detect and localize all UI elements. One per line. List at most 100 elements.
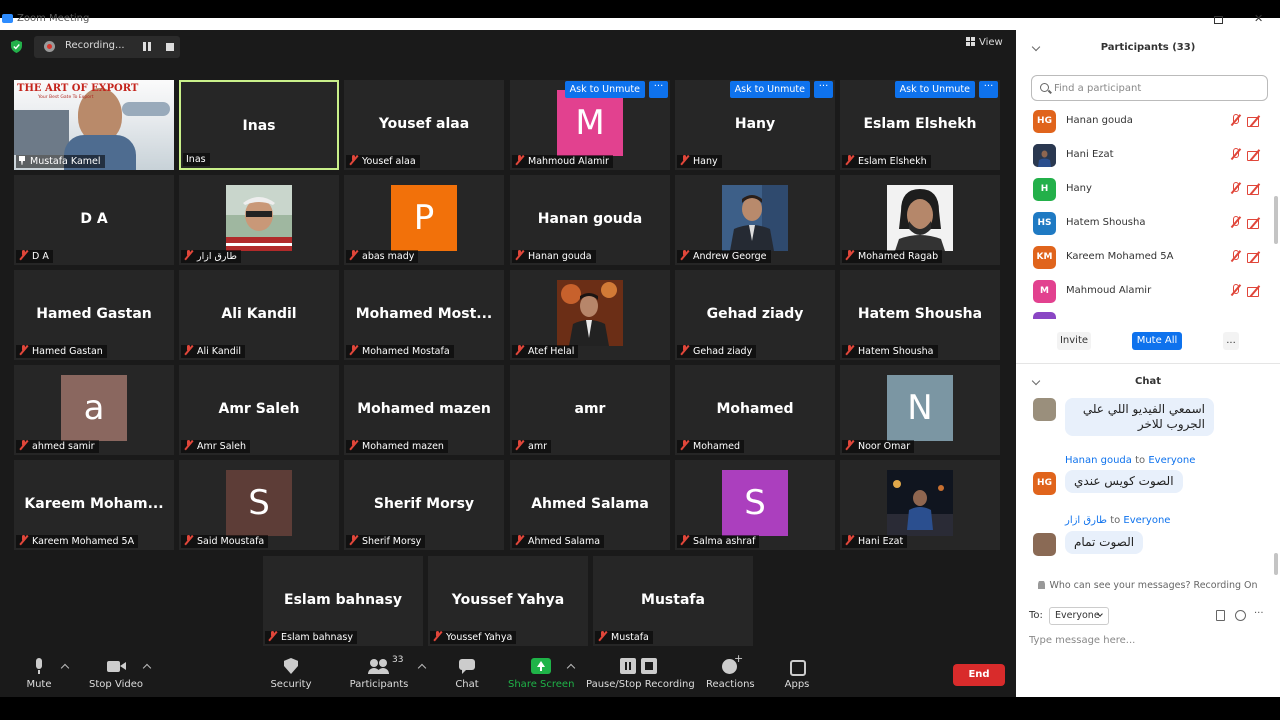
tile-more-button[interactable]: ··· xyxy=(814,81,833,98)
restore-window-icon[interactable] xyxy=(1214,16,1223,24)
muted-mic-icon xyxy=(598,631,607,641)
video-tile[interactable]: Kareem Moham... Kareem Mohamed 5A xyxy=(14,460,174,550)
reactions-button[interactable]: Reactions xyxy=(706,648,755,697)
audio-options-caret[interactable] xyxy=(60,663,70,673)
video-tile[interactable]: Atef Helal xyxy=(510,270,670,360)
video-tile[interactable]: Hanan gouda Hanan gouda xyxy=(510,175,670,265)
muted-mic-icon[interactable] xyxy=(1229,250,1241,263)
video-tile[interactable]: D A D A xyxy=(14,175,174,265)
video-tile[interactable]: Youssef Yahya Youssef Yahya xyxy=(428,556,588,646)
video-off-icon[interactable] xyxy=(1247,183,1262,195)
pause-stop-recording-button[interactable]: Pause/Stop Recording xyxy=(586,648,695,697)
muted-mic-icon[interactable] xyxy=(1229,148,1241,161)
video-tile[interactable]: Mohamed Ragab xyxy=(840,175,1000,265)
video-off-icon[interactable] xyxy=(1247,149,1262,161)
participants-options-caret[interactable] xyxy=(417,663,427,673)
video-tile[interactable]: Hani Ezat xyxy=(840,460,1000,550)
video-tile[interactable]: S Said Moustafa xyxy=(179,460,339,550)
chat-recipient[interactable]: Everyone xyxy=(1123,515,1170,526)
video-tile[interactable]: Hatem Shousha Hatem Shousha xyxy=(840,270,1000,360)
video-tile[interactable]: Pabas mady xyxy=(344,175,504,265)
video-tile[interactable]: Eslam Elshekh Ask to Unmute ··· Eslam Elshe… xyxy=(840,80,1000,170)
tile-display-name: Yousef alaa xyxy=(378,116,470,132)
video-tile[interactable]: Inas Inas xyxy=(179,80,339,170)
share-screen-button[interactable]: Share Screen xyxy=(508,648,574,697)
participant-list-name: Mahmoud Alamir xyxy=(1066,285,1152,296)
muted-mic-icon[interactable] xyxy=(1229,284,1241,297)
video-tile[interactable]: S Salma ashraf xyxy=(675,460,835,550)
pause-recording-button[interactable] xyxy=(142,42,152,52)
ship-graphic xyxy=(14,110,69,155)
video-tile[interactable]: Eslam bahnasy Eslam bahnasy xyxy=(263,556,423,646)
more-participant-options-button[interactable]: ... xyxy=(1223,332,1239,350)
end-meeting-button[interactable]: End xyxy=(953,664,1005,686)
video-off-icon[interactable] xyxy=(1247,217,1262,229)
chat-message-input[interactable] xyxy=(1029,632,1259,648)
participant-row[interactable]: HG Hanan gouda xyxy=(1016,107,1274,141)
chat-privacy-notice[interactable]: Who can see your messages? Recording On xyxy=(1016,580,1280,591)
tile-name-label: Hani Ezat xyxy=(842,535,908,548)
participants-scrollbar[interactable] xyxy=(1274,196,1278,244)
mute-button[interactable]: Mute xyxy=(20,648,58,697)
participant-name: amr xyxy=(528,441,547,452)
video-tile[interactable]: Mohamed Mohamed xyxy=(675,365,835,455)
video-tile[interactable]: Mohamed mazen Mohamed mazen xyxy=(344,365,504,455)
video-tile[interactable]: Hany Ask to Unmute ··· Hany xyxy=(675,80,835,170)
video-off-icon[interactable] xyxy=(1247,115,1262,127)
participant-search[interactable] xyxy=(1031,75,1268,101)
video-tile[interactable]: Mustafa Mustafa xyxy=(593,556,753,646)
meeting-toolbar: Mute Stop Video Security 33 Participants … xyxy=(0,648,1016,697)
video-tile[interactable]: Hamed Gastan Hamed Gastan xyxy=(14,270,174,360)
apps-button[interactable]: Apps xyxy=(782,648,812,697)
invite-button[interactable]: Invite xyxy=(1057,332,1091,350)
participants-panel-title: Participants (33) xyxy=(1100,42,1196,53)
video-tile[interactable]: a ahmed samir xyxy=(14,365,174,455)
muted-mic-icon[interactable] xyxy=(1229,114,1241,127)
video-tile[interactable]: Mohamed Most... Mohamed Mostafa xyxy=(344,270,504,360)
view-button[interactable]: View xyxy=(966,37,1003,48)
security-button[interactable]: Security xyxy=(268,648,314,697)
participant-row[interactable]: HS Hatem Shousha xyxy=(1016,209,1274,243)
video-tile[interactable]: THE ART OF EXPORT Your Best Gate To Expor… xyxy=(14,80,174,170)
participants-button[interactable]: 33 Participants xyxy=(348,648,410,697)
ask-to-unmute-button[interactable]: Ask to Unmute xyxy=(564,81,645,98)
chat-scrollbar[interactable] xyxy=(1274,553,1278,575)
more-options-icon[interactable]: ··· xyxy=(1254,608,1264,619)
video-tile[interactable]: Ahmed Salama Ahmed Salama xyxy=(510,460,670,550)
participant-row[interactable]: H Hany xyxy=(1016,175,1274,209)
participant-row[interactable]: Hani Ezat xyxy=(1016,141,1274,175)
chat-recipient[interactable]: Everyone xyxy=(1148,455,1195,466)
muted-mic-icon xyxy=(845,535,854,545)
stop-video-button[interactable]: Stop Video xyxy=(88,648,144,697)
video-options-caret[interactable] xyxy=(142,663,152,673)
file-icon[interactable] xyxy=(1216,610,1225,621)
video-tile[interactable]: N Noor Omar xyxy=(840,365,1000,455)
video-tile[interactable]: Ali Kandil Ali Kandil xyxy=(179,270,339,360)
tile-name-label: Amr Saleh xyxy=(181,440,251,453)
ask-to-unmute-button[interactable]: Ask to Unmute xyxy=(729,81,810,98)
video-tile[interactable]: Sherif Morsy Sherif Morsy xyxy=(344,460,504,550)
video-tile[interactable]: Andrew George xyxy=(675,175,835,265)
video-tile[interactable]: Gehad ziady Gehad ziady xyxy=(675,270,835,360)
tile-more-button[interactable]: ··· xyxy=(649,81,668,98)
video-off-icon[interactable] xyxy=(1247,251,1262,263)
video-tile[interactable]: طارق ازار xyxy=(179,175,339,265)
participant-row[interactable]: KM Kareem Mohamed 5A xyxy=(1016,243,1274,277)
chat-recipient-dropdown[interactable]: Everyone xyxy=(1049,607,1109,625)
tile-more-button[interactable]: ··· xyxy=(979,81,998,98)
video-tile[interactable]: M Ask to Unmute ··· Mahmoud Alamir xyxy=(510,80,670,170)
ask-to-unmute-button[interactable]: Ask to Unmute xyxy=(894,81,975,98)
video-off-icon[interactable] xyxy=(1247,285,1262,297)
close-window-icon[interactable]: ✕ xyxy=(1254,12,1263,25)
participant-row[interactable]: M Mahmoud Alamir xyxy=(1016,277,1274,311)
chat-button[interactable]: Chat xyxy=(450,648,484,697)
mute-all-button[interactable]: Mute All xyxy=(1132,332,1182,350)
muted-mic-icon[interactable] xyxy=(1229,216,1241,229)
video-tile[interactable]: Amr Saleh Amr Saleh xyxy=(179,365,339,455)
video-tile[interactable]: Yousef alaa Yousef alaa xyxy=(344,80,504,170)
stop-recording-button[interactable] xyxy=(166,43,174,51)
participant-search-input[interactable] xyxy=(1054,80,1254,96)
video-tile[interactable]: amr amr xyxy=(510,365,670,455)
muted-mic-icon[interactable] xyxy=(1229,182,1241,195)
emoji-icon[interactable] xyxy=(1235,610,1246,621)
